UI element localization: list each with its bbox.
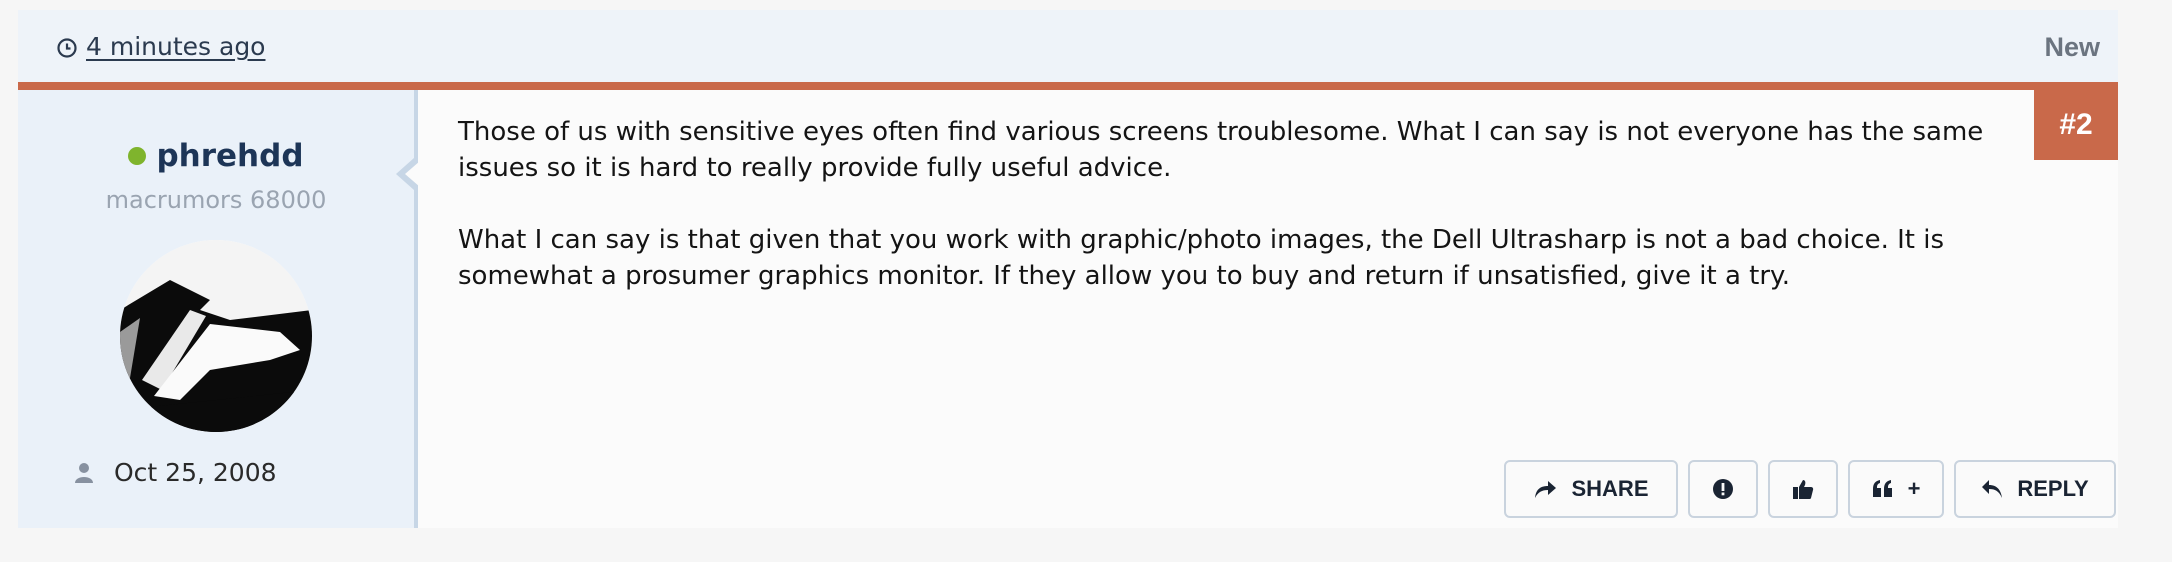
post-time-label[interactable]: 4 minutes ago — [86, 32, 265, 61]
share-button[interactable]: SHARE — [1504, 460, 1678, 518]
author-sidebar: phrehdd macrumors 68000 Oct 25, 2008 — [18, 90, 418, 528]
avatar[interactable] — [120, 240, 312, 432]
sidebar-pointer-inner — [405, 161, 420, 187]
reply-label: REPLY — [2017, 476, 2089, 501]
joined-date: Oct 25, 2008 — [72, 458, 277, 487]
reply-button[interactable]: REPLY — [1954, 460, 2116, 518]
post-paragraph: Those of us with sensitive eyes often fi… — [458, 117, 1984, 183]
post-body: Those of us with sensitive eyes often fi… — [458, 114, 2018, 330]
multi-quote-button[interactable]: + — [1848, 460, 1944, 518]
quote-icon — [1872, 480, 1894, 498]
online-status-indicator — [128, 147, 147, 165]
quote-plus-label: + — [1907, 476, 1921, 501]
clock-icon — [56, 36, 78, 58]
reply-icon — [1981, 479, 2003, 499]
username[interactable]: phrehdd — [156, 138, 303, 174]
report-button[interactable] — [1688, 460, 1758, 518]
post-paragraph: What I can say is that given that you wo… — [458, 225, 1945, 291]
exclamation-circle-icon — [1712, 478, 1734, 500]
post-actions: SHARE + REPLY — [1504, 460, 2116, 518]
new-badge: New — [2044, 32, 2100, 62]
post-header: 4 minutes ago New — [18, 10, 2118, 90]
joined-date-text: Oct 25, 2008 — [114, 458, 277, 487]
share-label: SHARE — [1571, 476, 1649, 501]
share-icon — [1533, 478, 1557, 500]
thumbs-up-icon — [1792, 478, 1814, 500]
post-time[interactable]: 4 minutes ago — [56, 32, 265, 61]
like-button[interactable] — [1768, 460, 1838, 518]
message-post: 4 minutes ago New #2 phrehdd macrumors 6… — [18, 10, 2118, 528]
user-icon — [72, 461, 96, 485]
username-row: phrehdd — [18, 138, 414, 174]
post-number-badge[interactable]: #2 — [2034, 90, 2118, 160]
user-title: macrumors 68000 — [105, 186, 327, 214]
